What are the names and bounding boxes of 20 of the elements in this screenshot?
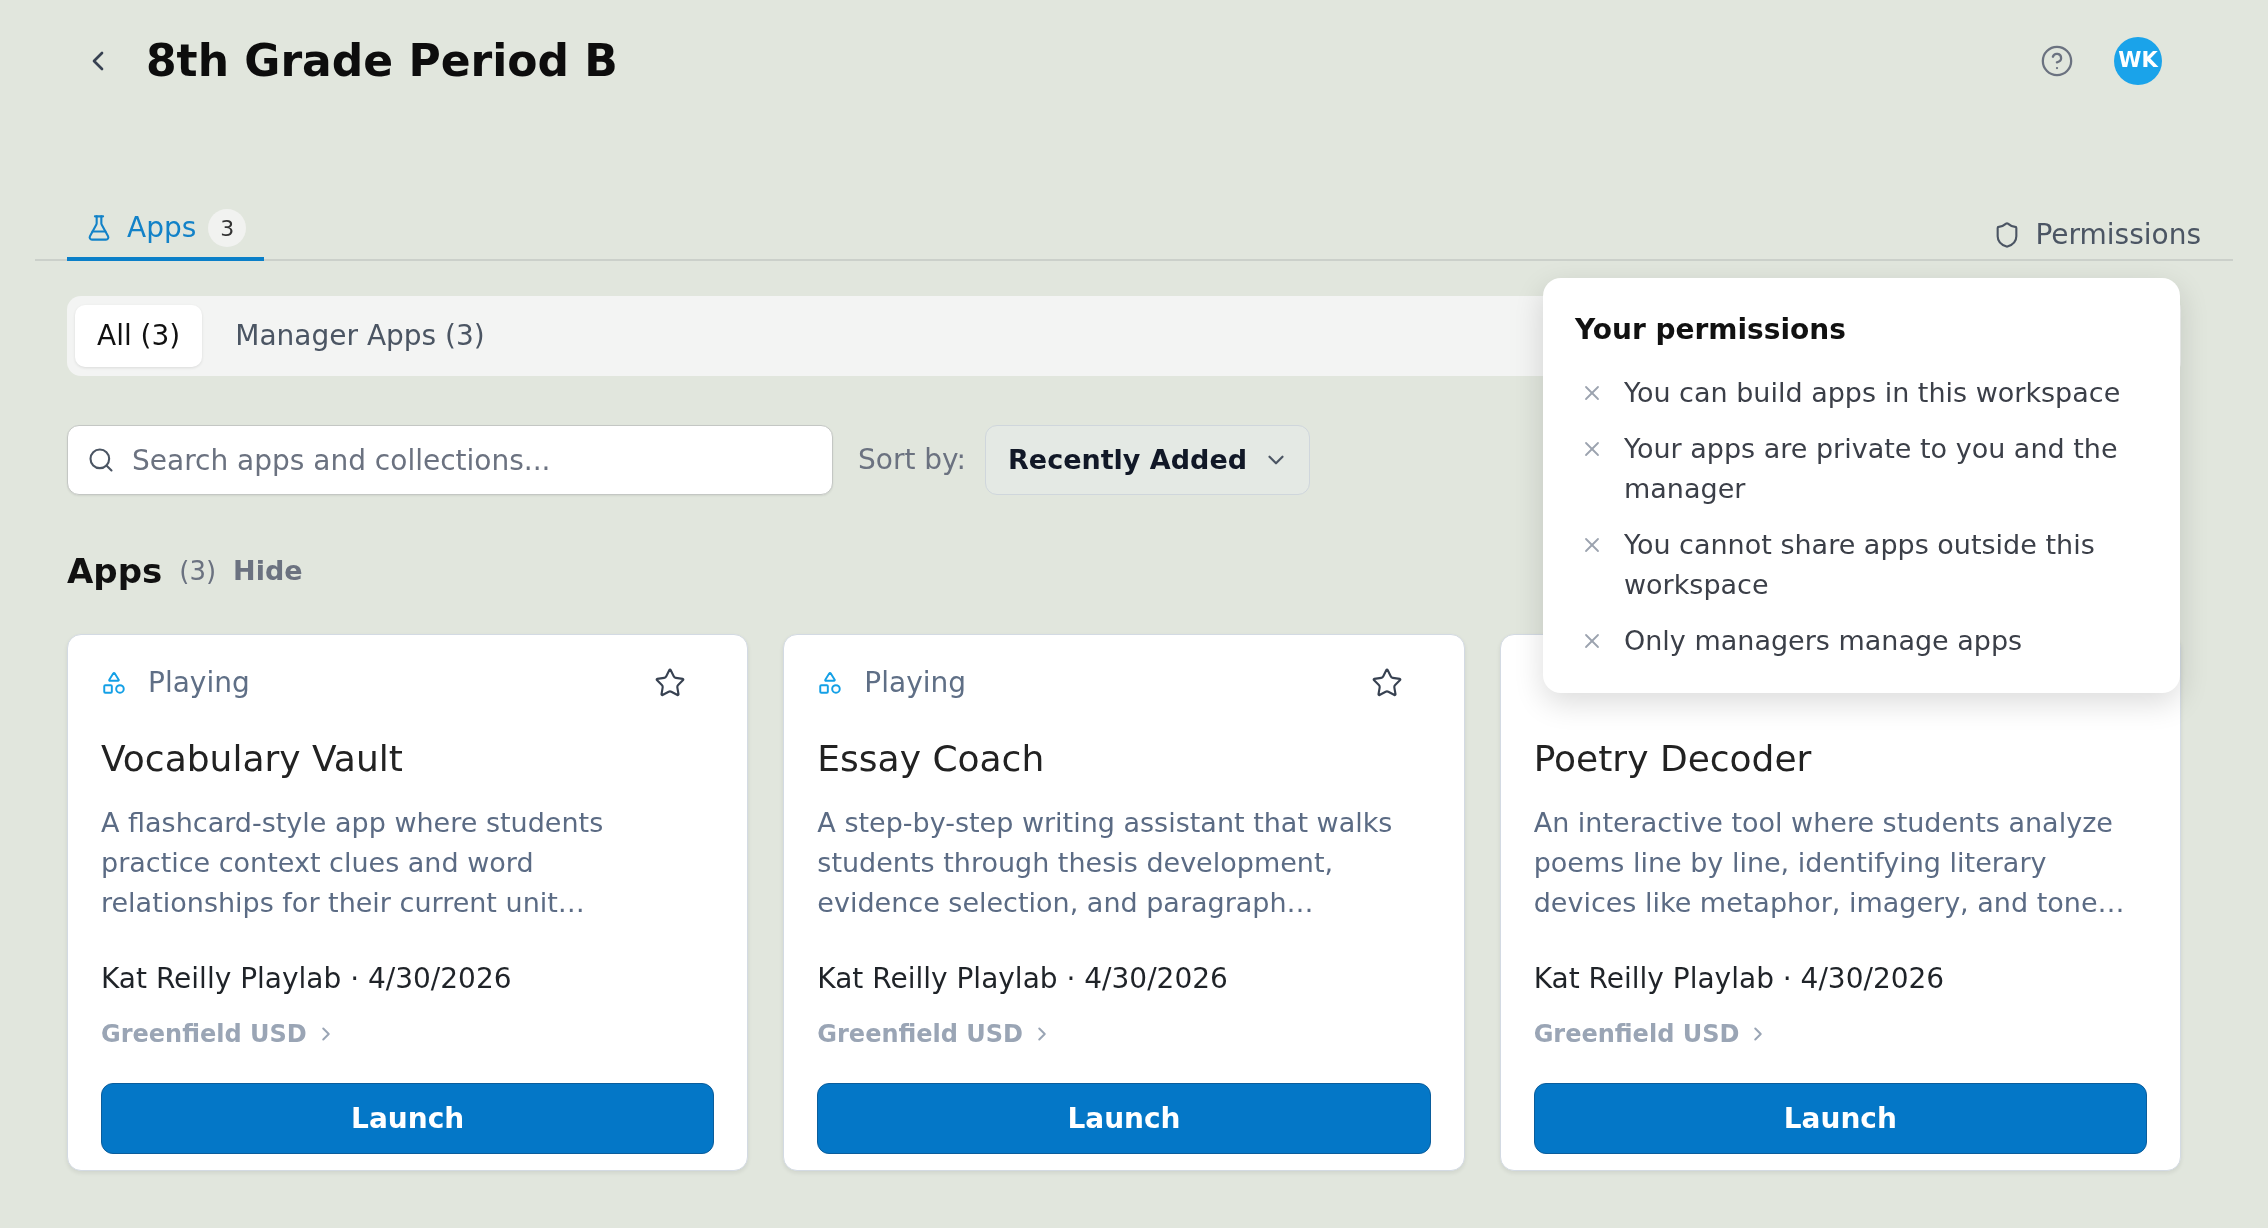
status-label: Playing [864,665,967,701]
permission-text: You can build apps in this workspace [1624,376,2121,410]
permission-text: You cannot share apps outside this workspace [1624,528,2096,602]
section-title: Apps [67,549,163,593]
count-badge: 3 [208,209,247,247]
app-title: Vocabulary Vault [101,737,404,781]
popover-title: Your permissions [1575,312,1847,348]
page-title: 8th Grade Period B [146,34,618,88]
status-label: Playing [148,665,250,701]
app-title: Poetry Decoder [1533,737,1813,781]
section-count: (3) [179,554,217,588]
app-title: Essay Coach [817,737,1046,781]
app-description: A step-by-step writing assistant that walks students through thesis development, evidence selection, and paragraph… [817,806,1394,920]
app-meta: Kat Reilly Playlab · 4/30/2026 [101,961,513,997]
app-meta: Kat Reilly Playlab · 4/30/2026 [817,961,1229,997]
app-description: An interactive tool where students analyze poems line by line, identifying literary devices like metaphor, imagery, and tone… [1533,806,2126,920]
sort-label: Sort by: [858,442,967,478]
app-description: A flashcard-style app where students practice context clues and word relationships for their current unit… [101,806,605,920]
permission-text: Your apps are private to you and the manager [1624,432,2119,506]
app-meta: Kat Reilly Playlab · 4/30/2026 [1533,961,1946,997]
